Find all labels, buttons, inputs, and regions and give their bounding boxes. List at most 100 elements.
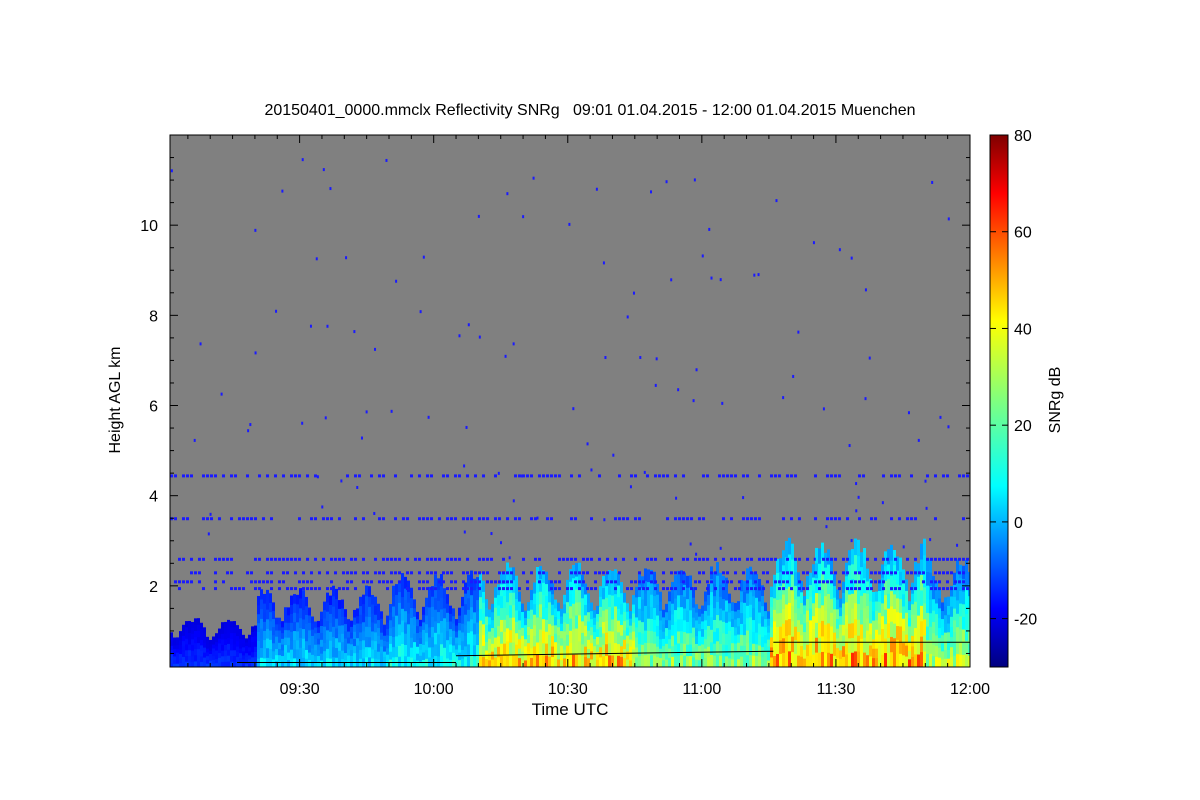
echo-cell <box>701 613 704 622</box>
echo-cell <box>575 628 578 642</box>
echo-cell <box>314 632 317 640</box>
echo-cell <box>245 649 248 654</box>
clutter-point <box>558 587 561 591</box>
echo-cell <box>422 614 425 623</box>
clutter-point <box>450 587 453 591</box>
clutter-point <box>722 580 725 584</box>
echo-cell <box>542 630 545 644</box>
clutter-point <box>698 517 701 521</box>
echo-cell <box>554 633 557 643</box>
echo-cell <box>683 608 686 621</box>
echo-cell <box>728 657 731 667</box>
echo-cell <box>374 649 377 659</box>
echo-cell <box>641 610 644 623</box>
echo-cell <box>320 653 323 661</box>
echo-cell <box>593 659 596 667</box>
echo-cell <box>551 604 554 616</box>
clutter-point <box>946 587 949 591</box>
echo-cell <box>782 652 785 667</box>
clutter-point <box>350 580 353 584</box>
echo-cell <box>740 645 743 657</box>
echo-cell <box>329 649 332 659</box>
echo-cell <box>686 655 689 667</box>
echo-cell <box>689 644 692 657</box>
clutter-point <box>446 517 449 521</box>
echo-cell <box>188 643 191 651</box>
clutter-point <box>570 587 573 591</box>
echo-cell <box>446 594 449 604</box>
noise-point <box>281 189 284 193</box>
echo-cell <box>359 649 362 659</box>
echo-cell <box>332 636 335 648</box>
echo-cell <box>755 632 758 645</box>
echo-cell <box>248 638 251 644</box>
echo-cell <box>389 635 392 644</box>
echo-cell <box>686 644 689 657</box>
x-tick-label: 10:00 <box>414 681 454 698</box>
echo-cell <box>743 645 746 657</box>
echo-cell <box>569 654 572 667</box>
echo-cell <box>797 584 800 597</box>
clutter-point <box>842 571 845 575</box>
echo-cell <box>227 619 230 627</box>
echo-cell <box>539 641 542 655</box>
clutter-point <box>618 517 621 521</box>
clutter-point <box>658 474 661 478</box>
echo-cell <box>299 597 302 609</box>
echo-cell <box>341 607 344 617</box>
clutter-point <box>382 517 385 521</box>
clutter-point <box>698 557 701 561</box>
echo-cell <box>245 645 248 650</box>
echo-cell <box>770 606 773 618</box>
echo-cell <box>836 647 839 658</box>
clutter-point <box>574 517 577 521</box>
echo-cell <box>737 634 740 643</box>
clutter-point <box>930 557 933 561</box>
clutter-point <box>846 571 849 575</box>
echo-cell <box>881 590 884 604</box>
clutter-point <box>926 474 929 478</box>
clutter-point <box>406 557 409 561</box>
echo-cell <box>845 640 848 655</box>
echo-cell <box>713 619 716 632</box>
echo-cell <box>500 643 503 656</box>
echo-cell <box>281 626 284 634</box>
clutter-point <box>506 571 509 575</box>
echo-cell <box>626 651 629 660</box>
clutter-point <box>882 571 885 575</box>
echo-cell <box>440 655 443 667</box>
echo-cell <box>257 640 260 650</box>
noise-point <box>670 278 673 282</box>
echo-cell <box>647 569 650 583</box>
clutter-point <box>426 587 429 591</box>
echo-cell <box>437 633 440 646</box>
echo-cell <box>953 584 956 597</box>
echo-cell <box>458 629 461 638</box>
echo-cell <box>899 584 902 600</box>
echo-cell <box>719 608 722 621</box>
clutter-point <box>774 557 777 561</box>
echo-cell <box>593 624 596 632</box>
echo-cell <box>443 647 446 658</box>
echo-cell <box>683 619 686 633</box>
clutter-point <box>510 587 513 591</box>
echo-cell <box>695 619 698 629</box>
clutter-point <box>334 571 337 575</box>
noise-point <box>603 518 606 522</box>
echo-cell <box>473 589 476 602</box>
echo-cell <box>569 605 572 619</box>
clutter-point <box>422 587 425 591</box>
echo-cell <box>290 649 293 659</box>
echo-cell <box>785 540 788 558</box>
echo-cell <box>743 591 746 603</box>
echo-cell <box>635 616 638 628</box>
echo-cell <box>914 627 917 642</box>
echo-cell <box>842 656 845 667</box>
echo-cell <box>707 625 710 637</box>
echo-cell <box>353 617 356 625</box>
clutter-point <box>714 587 717 591</box>
echo-cell <box>206 640 209 645</box>
echo-cell <box>620 645 623 657</box>
echo-cell <box>380 639 383 647</box>
echo-cell <box>386 615 389 623</box>
